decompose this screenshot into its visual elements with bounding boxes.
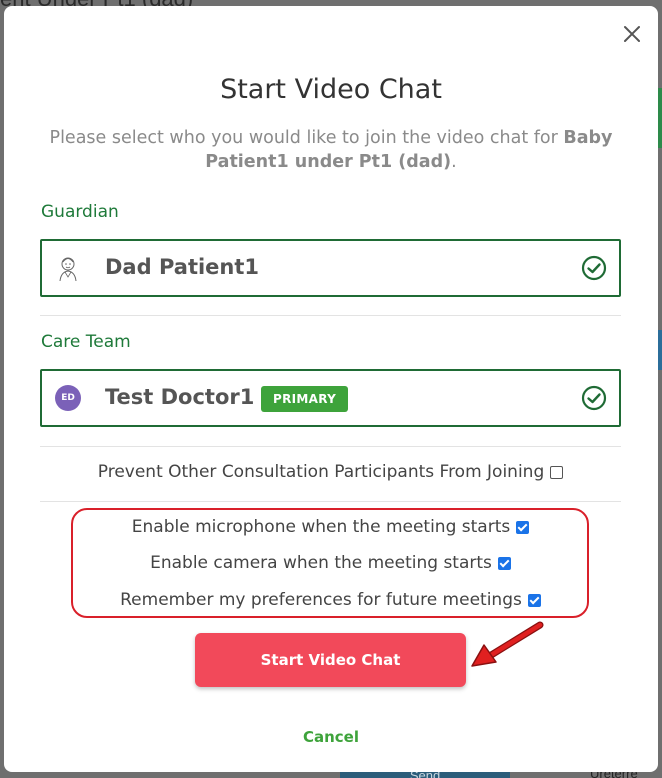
subtitle-suffix: .	[451, 152, 457, 172]
close-icon	[624, 26, 640, 42]
guardian-name: Dad Patient1	[105, 255, 260, 279]
care-team-section-label: Care Team	[41, 332, 131, 352]
modal-subtitle: Please select who you would like to join…	[44, 126, 618, 174]
guardian-section-label: Guardian	[41, 202, 119, 222]
video-chat-modal: Start Video Chat Please select who you w…	[4, 6, 658, 772]
remember-preferences-label: Remember my preferences for future meeti…	[120, 590, 522, 610]
prevent-participants-checkbox[interactable]	[550, 465, 564, 479]
red-arrow-icon	[471, 621, 544, 667]
prevent-participants-label: Prevent Other Consultation Participants …	[97, 462, 545, 482]
check-circle-icon	[581, 385, 607, 411]
close-button[interactable]	[620, 22, 644, 46]
microphone-checkbox[interactable]	[516, 520, 530, 534]
camera-option[interactable]: Enable camera when the meeting starts	[40, 553, 621, 573]
camera-label: Enable camera when the meeting starts	[150, 553, 492, 573]
modal-title: Start Video Chat	[220, 74, 442, 105]
sketch-avatar-icon	[59, 257, 77, 282]
remember-preferences-checkbox[interactable]	[527, 593, 541, 607]
doctor-name: Test Doctor1	[105, 385, 255, 409]
prevent-participants-option[interactable]: Prevent Other Consultation Participants …	[40, 462, 621, 482]
divider	[40, 446, 621, 447]
avatar-initials: ED	[55, 385, 81, 411]
primary-badge: PRIMARY	[261, 386, 349, 412]
guardian-card[interactable]: Dad Patient1	[40, 239, 621, 297]
start-video-chat-button[interactable]: Start Video Chat	[195, 633, 466, 687]
subtitle-prefix: Please select who you would like to join…	[49, 128, 564, 148]
divider	[40, 315, 621, 316]
microphone-option[interactable]: Enable microphone when the meeting start…	[40, 517, 621, 537]
care-team-card[interactable]: ED Test Doctor1 PRIMARY	[40, 369, 621, 427]
guardian-avatar	[54, 254, 82, 282]
doctor-avatar: ED	[54, 384, 82, 412]
camera-checkbox[interactable]	[497, 556, 511, 570]
remember-preferences-option[interactable]: Remember my preferences for future meeti…	[40, 590, 621, 610]
cancel-link[interactable]: Cancel	[4, 728, 658, 746]
check-circle-icon	[581, 255, 607, 281]
microphone-label: Enable microphone when the meeting start…	[131, 517, 511, 537]
divider	[40, 501, 621, 502]
